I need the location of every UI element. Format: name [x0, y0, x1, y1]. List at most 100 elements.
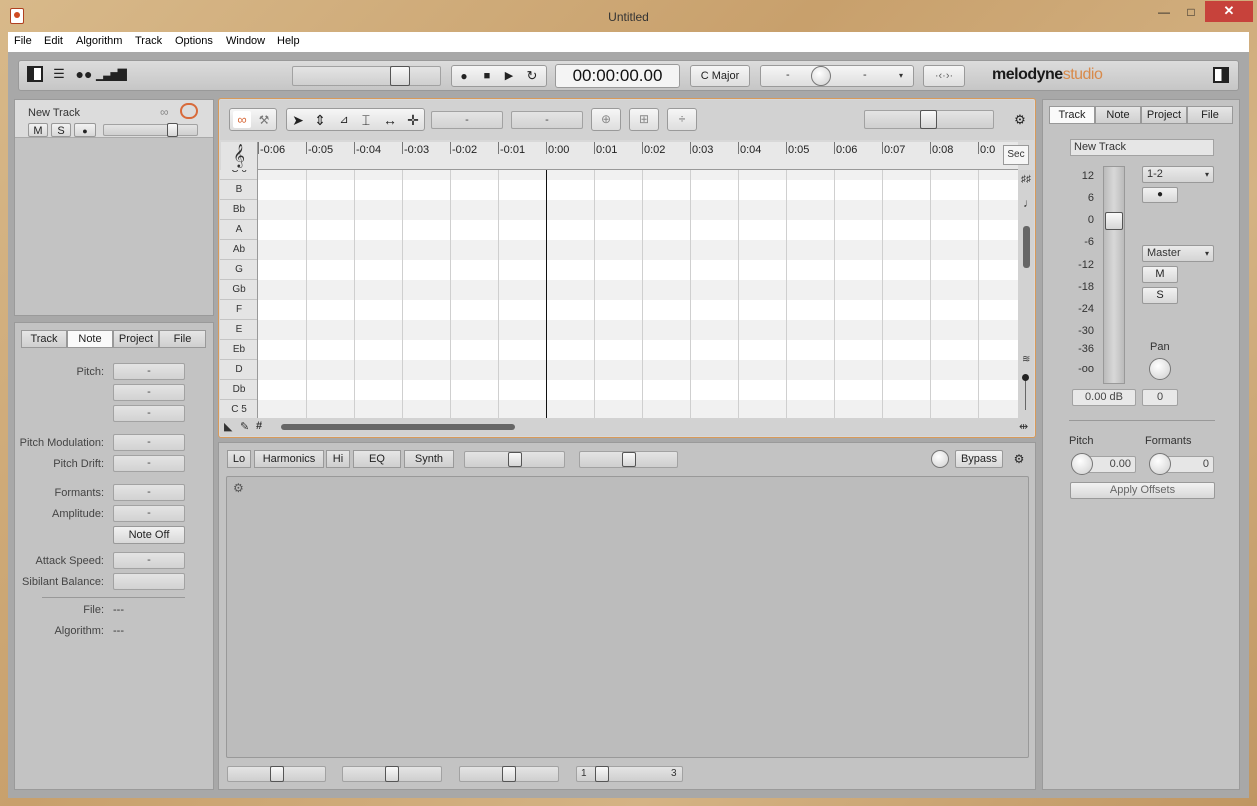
layout-right-icon[interactable]: [1213, 67, 1229, 83]
bottom-slider-1-knob[interactable]: [270, 766, 284, 782]
track-name-field[interactable]: New Track: [1070, 139, 1214, 156]
lower-knob[interactable]: [931, 450, 949, 468]
pitch-field-3[interactable]: -: [113, 405, 185, 422]
master-volume-knob[interactable]: [390, 66, 410, 86]
right-tab-note[interactable]: Note: [1095, 106, 1141, 124]
page-slider-knob[interactable]: [595, 766, 609, 782]
piano-key[interactable]: C 5: [220, 400, 257, 418]
inspector-mute-button[interactable]: M: [1142, 266, 1178, 283]
fit-icon[interactable]: ⇹: [1019, 420, 1028, 433]
pitch-field-1[interactable]: -: [113, 363, 185, 380]
apply-offsets-button[interactable]: Apply Offsets: [1070, 482, 1215, 499]
pitch-reference-control[interactable]: [760, 65, 914, 87]
sibilant-balance-field[interactable]: [113, 573, 185, 590]
treble-clef-icon[interactable]: 𝄞: [221, 142, 258, 170]
bypass-button[interactable]: Bypass: [955, 450, 1003, 468]
volume-fader-knob[interactable]: [1105, 212, 1123, 230]
editor-field-2[interactable]: -: [511, 111, 583, 129]
right-tab-project[interactable]: Project: [1141, 106, 1187, 124]
pitch-modulation-field[interactable]: -: [113, 434, 185, 451]
track-mute-button[interactable]: M: [28, 123, 48, 137]
lower-content-gear-icon[interactable]: ⚙: [233, 481, 244, 495]
play-icon[interactable]: ▶: [498, 66, 520, 86]
master-volume-slider[interactable]: [292, 66, 441, 86]
vertical-zoom-knob[interactable]: [1022, 374, 1029, 381]
amplitude-field[interactable]: -: [113, 505, 185, 522]
pencil-icon[interactable]: ✎: [240, 420, 249, 433]
title-bar[interactable]: Untitled — □ ✕: [0, 0, 1257, 32]
piano-key[interactable]: Ab: [220, 240, 257, 260]
split-tool-icon[interactable]: ✛: [402, 110, 424, 130]
piano-key[interactable]: B: [220, 180, 257, 200]
horizontal-scrollbar[interactable]: [281, 424, 515, 430]
pan-knob[interactable]: [1149, 358, 1171, 380]
pointer-tool-icon[interactable]: ➤: [288, 110, 308, 130]
menu-options[interactable]: Options: [175, 35, 213, 47]
pitch-drift-field[interactable]: -: [113, 455, 185, 472]
input-select[interactable]: 1-2 ▾: [1142, 166, 1214, 183]
link-active-icon[interactable]: [180, 103, 198, 119]
menu-edit[interactable]: Edit: [44, 35, 63, 47]
vertical-scrollbar[interactable]: [1023, 226, 1030, 268]
note-off-button[interactable]: Note Off: [113, 526, 185, 544]
track-record-button[interactable]: ●: [74, 123, 96, 137]
page-slider[interactable]: [576, 766, 683, 782]
blobs-icon[interactable]: ●●: [72, 64, 96, 84]
lower-tab-lo[interactable]: Lo: [227, 450, 251, 468]
center-icon[interactable]: ÷: [667, 108, 697, 131]
piano-key[interactable]: F: [220, 300, 257, 320]
grid-icon[interactable]: #: [256, 420, 262, 432]
editor-field-1[interactable]: -: [431, 111, 503, 129]
record-icon[interactable]: ●: [453, 66, 475, 86]
lower-tab-hi[interactable]: Hi: [326, 450, 350, 468]
bottom-slider-3-knob[interactable]: [502, 766, 516, 782]
note-grid[interactable]: [258, 170, 1018, 418]
piano-key[interactable]: Bb: [220, 200, 257, 220]
minimize-button[interactable]: —: [1150, 2, 1178, 22]
left-tab-file[interactable]: File: [159, 330, 206, 348]
snap-icon[interactable]: ·‹·›·: [923, 65, 965, 87]
piano-key[interactable]: Eb: [220, 340, 257, 360]
lower-slider-2-knob[interactable]: [622, 452, 636, 467]
track-volume-knob[interactable]: [167, 123, 178, 137]
track-name[interactable]: New Track: [28, 107, 80, 119]
stop-icon[interactable]: ■: [476, 66, 498, 86]
left-tab-track[interactable]: Track: [21, 330, 67, 348]
time-unit-select[interactable]: Sec: [1003, 145, 1029, 165]
pitch-field-2[interactable]: -: [113, 384, 185, 401]
right-tab-file[interactable]: File: [1187, 106, 1233, 124]
menu-track[interactable]: Track: [135, 35, 162, 47]
close-button[interactable]: ✕: [1205, 1, 1253, 22]
inspector-solo-button[interactable]: S: [1142, 287, 1178, 304]
pitch-tool-icon[interactable]: ⇕: [310, 110, 330, 130]
piano-key[interactable]: G: [220, 260, 257, 280]
piano-key[interactable]: Db: [220, 380, 257, 400]
record-arm-button[interactable]: ●: [1142, 187, 1178, 203]
link-icon[interactable]: ∞: [160, 105, 169, 119]
formants-field[interactable]: -: [113, 484, 185, 501]
menu-algorithm[interactable]: Algorithm: [76, 35, 122, 47]
vertical-zoom-icon[interactable]: ≋: [1022, 354, 1030, 365]
bottom-tools-icon[interactable]: ◣: [224, 420, 232, 433]
piano-key[interactable]: C 6: [220, 170, 257, 180]
amplitude-tool-icon[interactable]: ⌶: [356, 110, 376, 130]
lower-tab-harmonics[interactable]: Harmonics: [254, 450, 324, 468]
correct-pitch-icon[interactable]: ⊞: [629, 108, 659, 131]
scale-icon[interactable]: ♯♯: [1021, 174, 1031, 185]
attack-speed-field[interactable]: -: [113, 552, 185, 569]
lower-slider-1-knob[interactable]: [508, 452, 522, 467]
tuning-fork-icon[interactable]: [811, 66, 831, 86]
gear-icon[interactable]: ⚙: [1008, 110, 1032, 130]
time-display[interactable]: 00:00:00.00: [555, 64, 680, 88]
wrench-icon[interactable]: ⚒: [254, 110, 274, 130]
piano-key[interactable]: D: [220, 360, 257, 380]
time-ruler[interactable]: -0:06 -0:05 -0:04 -0:03 -0:02 -0:01 0:00 0:01 0:…: [258, 142, 1018, 170]
menu-file[interactable]: File: [14, 35, 32, 47]
key-display[interactable]: C Major: [690, 65, 750, 87]
menu-window[interactable]: Window: [226, 35, 265, 47]
pan-value[interactable]: 0: [1142, 389, 1178, 406]
piano-key[interactable]: A: [220, 220, 257, 240]
lower-tab-synth[interactable]: Synth: [404, 450, 454, 468]
lower-gear-icon[interactable]: ⚙: [1008, 449, 1030, 469]
time-tool-icon[interactable]: ↔: [379, 110, 401, 130]
